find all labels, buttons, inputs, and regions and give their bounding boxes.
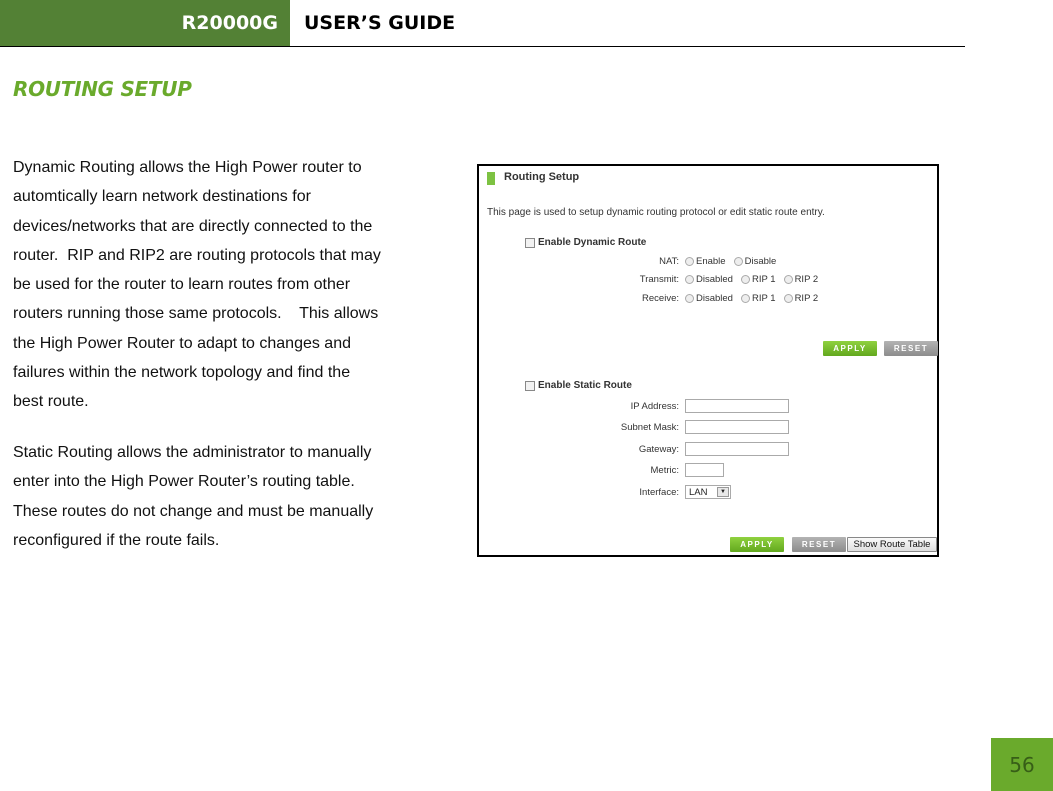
option-label: RIP 1 [751,273,776,285]
receive-rip1-option[interactable]: RIP 1 [740,292,776,304]
title-accent-bar [487,172,495,185]
header-divider [0,46,965,47]
dynamic-reset-button[interactable]: RESET [884,341,938,356]
option-label: RIP 2 [794,273,819,285]
routing-setup-screenshot: Routing Setup This page is used to setup… [477,164,939,557]
transmit-row: Transmit: Disabled RIP 1 RIP 2 [479,272,937,286]
ip-address-row: IP Address: [479,399,937,413]
option-label: Disabled [696,292,733,304]
receive-label: Receive: [642,292,679,304]
static-route-checkbox[interactable] [525,380,535,391]
metric-label: Metric: [650,464,680,476]
gateway-row: Gateway: [479,442,937,456]
radio-icon[interactable] [685,256,694,266]
nat-enable-option[interactable]: Enable [685,256,726,267]
enable-static-route[interactable]: Enable Static Route [525,380,632,391]
metric-row: Metric: [479,463,937,477]
nat-disable-option[interactable]: Disable [733,255,777,267]
transmit-rip1-option[interactable]: RIP 1 [740,273,776,285]
receive-row: Receive: Disabled RIP 1 RIP 2 [479,291,937,305]
radio-icon[interactable] [685,274,694,284]
nat-label: NAT: [659,255,679,267]
interface-row: Interface: LAN ▼ [479,485,937,499]
section-title: ROUTING SETUP [13,77,192,101]
radio-icon[interactable] [685,293,694,303]
option-label: RIP 1 [751,292,776,304]
screenshot-title: Routing Setup [504,171,580,183]
dynamic-route-checkbox[interactable] [525,237,535,248]
enable-dynamic-route[interactable]: Enable Dynamic Route [525,237,646,248]
interface-selected-value: LAN [689,486,708,498]
dynamic-routing-paragraph: Dynamic Routing allows the High Power ro… [13,159,381,411]
interface-select[interactable]: LAN ▼ [685,485,731,499]
transmit-label: Transmit: [639,273,679,285]
radio-icon[interactable] [740,293,750,303]
gateway-label: Gateway: [638,443,679,455]
show-route-table-button[interactable]: Show Route Table [847,537,937,552]
ip-address-label: IP Address: [630,400,679,412]
interface-label: Interface: [639,486,679,498]
radio-icon[interactable] [783,293,793,303]
transmit-rip2-option[interactable]: RIP 2 [783,273,819,285]
radio-icon[interactable] [733,256,743,266]
header-model: R20000G [0,0,290,46]
header-guide-title: USER’S GUIDE [304,12,456,34]
radio-icon[interactable] [740,274,750,284]
page-number: 56 [991,738,1053,791]
option-label: Disable [744,255,777,267]
dynamic-apply-button[interactable]: APPLY [823,341,877,356]
dynamic-route-label: Enable Dynamic Route [538,237,647,248]
gateway-input[interactable] [685,442,789,456]
subnet-mask-row: Subnet Mask: [479,420,937,434]
subnet-mask-input[interactable] [685,420,789,434]
transmit-disabled-option[interactable]: Disabled [685,274,733,285]
screenshot-description: This page is used to setup dynamic routi… [487,207,825,218]
metric-input[interactable] [685,463,724,477]
option-label: Disabled [696,273,733,285]
static-apply-button[interactable]: APPLY [730,537,784,552]
receive-disabled-option[interactable]: Disabled [685,293,733,304]
nat-row: NAT: Enable Disable [479,254,937,268]
subnet-mask-label: Subnet Mask: [620,421,679,433]
ip-address-input[interactable] [685,399,789,413]
static-route-label: Enable Static Route [538,380,632,391]
radio-icon[interactable] [783,274,793,284]
static-reset-button[interactable]: RESET [792,537,846,552]
static-routing-paragraph: Static Routing allows the administrator … [13,444,374,549]
option-label: Enable [696,255,726,267]
option-label: RIP 2 [794,292,819,304]
dropdown-arrow-icon[interactable]: ▼ [717,487,729,497]
receive-rip2-option[interactable]: RIP 2 [783,292,819,304]
